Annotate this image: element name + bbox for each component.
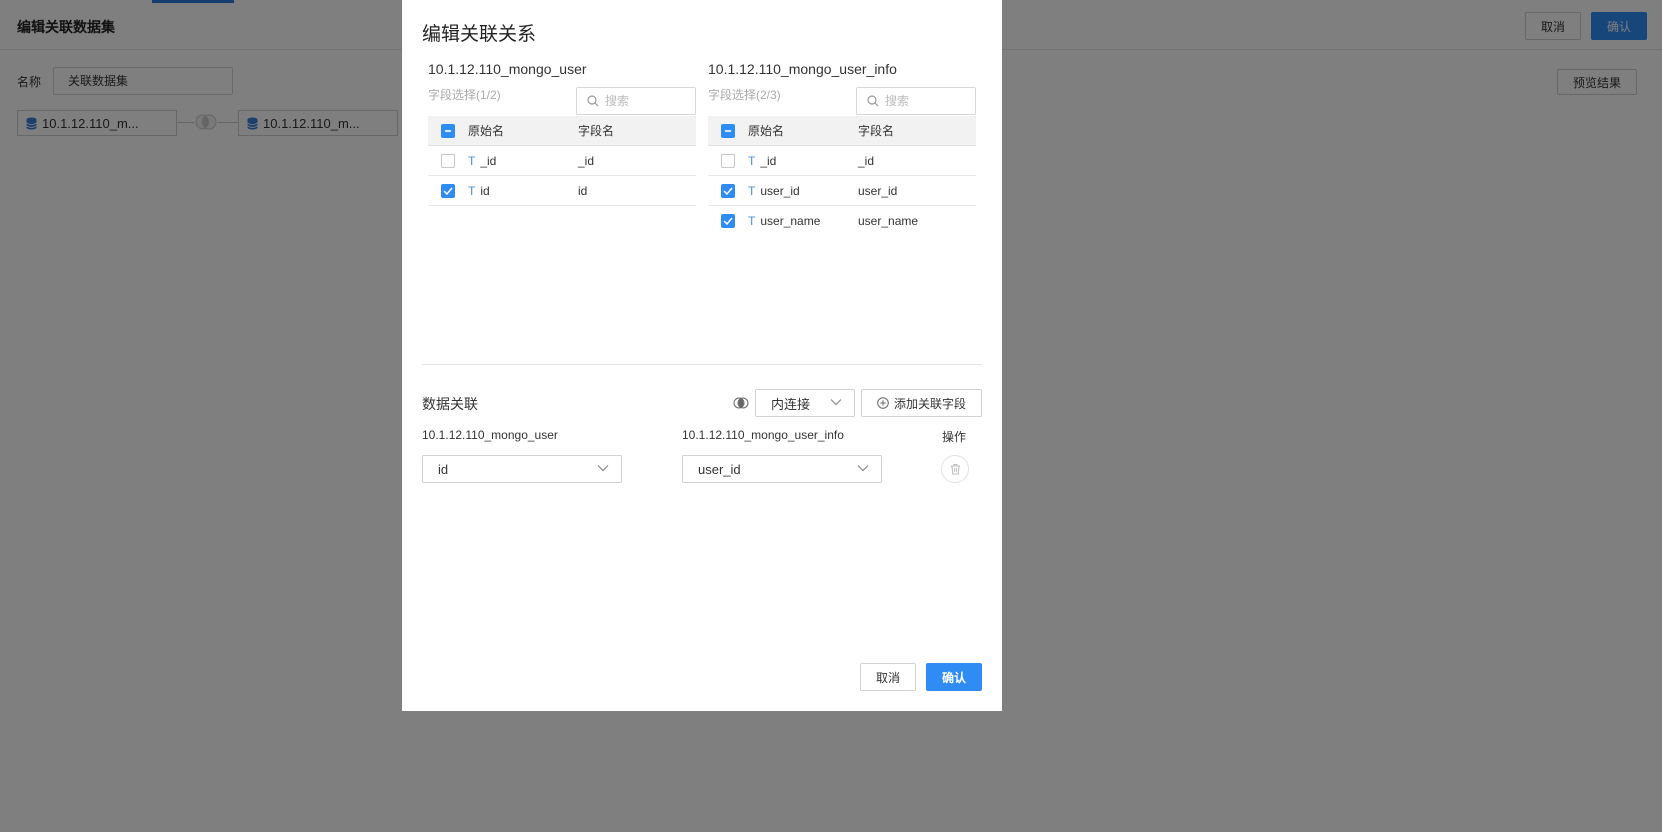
search-icon	[587, 95, 599, 107]
left-field-table: 原始名 字段名 T _id _id Tid id	[428, 116, 696, 206]
check-icon	[723, 187, 733, 195]
table-row[interactable]: Tuser_name user_name	[708, 206, 976, 236]
right-table-name: 10.1.12.110_mongo_user_info	[708, 61, 897, 77]
delete-relation-button[interactable]	[941, 455, 969, 483]
left-relation-value: id	[438, 461, 449, 477]
section-divider	[422, 364, 982, 365]
left-table-name: 10.1.12.110_mongo_user	[428, 61, 587, 77]
row-checkbox[interactable]	[721, 183, 735, 198]
dialog-title: 编辑关联关系	[422, 24, 537, 45]
row-checkbox[interactable]	[721, 214, 735, 228]
chevron-down-icon	[830, 399, 842, 406]
data-relation-title: 数据关联	[422, 396, 478, 412]
text-type-icon: T	[468, 153, 476, 168]
left-relation-label: 10.1.12.110_mongo_user	[422, 428, 558, 442]
field-name: _id	[858, 153, 875, 168]
search-icon	[867, 95, 879, 107]
field-name: id	[578, 183, 588, 198]
original-name: id	[480, 183, 490, 198]
select-all-checkbox[interactable]	[441, 123, 455, 138]
minus-icon	[725, 129, 731, 132]
original-name: user_name	[760, 214, 821, 228]
right-relation-select[interactable]: user_id	[682, 455, 882, 483]
edit-relation-dialog: 编辑关联关系 10.1.12.110_mongo_user 字段选择(1/2) …	[402, 0, 1002, 711]
plus-circle-icon	[877, 397, 889, 409]
check-icon	[443, 187, 453, 195]
original-name: _id	[760, 153, 777, 168]
table-header: 原始名 字段名	[708, 116, 976, 146]
left-relation-select[interactable]: id	[422, 455, 622, 483]
col-original-header: 原始名	[468, 124, 505, 138]
add-relation-field-button[interactable]: 添加关联字段	[861, 389, 982, 417]
row-checkbox[interactable]	[441, 153, 455, 168]
trash-icon	[950, 464, 960, 475]
join-type-select[interactable]: 内连接	[755, 389, 855, 417]
left-field-count: 字段选择(1/2)	[428, 88, 501, 102]
table-row[interactable]: Tuser_id user_id	[708, 176, 976, 206]
left-search-box[interactable]	[576, 87, 696, 115]
original-name: _id	[480, 153, 497, 168]
right-relation-label: 10.1.12.110_mongo_user_info	[682, 428, 844, 442]
chevron-down-icon	[597, 465, 609, 472]
right-table-panel: 10.1.12.110_mongo_user_info 字段选择(2/3) 原始…	[708, 56, 976, 228]
right-search-input[interactable]	[885, 94, 969, 108]
right-relation-value: user_id	[698, 461, 741, 477]
right-field-table: 原始名 字段名 T _id _id Tuser_id user_id Tuser_…	[708, 116, 976, 236]
right-search-box[interactable]	[856, 87, 976, 115]
table-row[interactable]: T _id _id	[708, 146, 976, 176]
add-relation-field-label: 添加关联字段	[893, 396, 966, 411]
check-icon	[723, 217, 733, 225]
dialog-confirm-button[interactable]: 确认	[926, 663, 982, 691]
ops-label: 操作	[942, 430, 967, 444]
dialog-cancel-button[interactable]: 取消	[860, 663, 916, 691]
right-field-count: 字段选择(2/3)	[708, 88, 781, 102]
left-search-input[interactable]	[605, 94, 689, 108]
col-field-header: 字段名	[578, 124, 615, 138]
col-original-header: 原始名	[748, 124, 785, 138]
field-name: _id	[578, 153, 595, 168]
row-checkbox[interactable]	[721, 153, 735, 168]
table-row[interactable]: Tid id	[428, 176, 696, 206]
row-checkbox[interactable]	[441, 183, 455, 198]
original-name: user_id	[760, 183, 800, 198]
text-type-icon: T	[748, 183, 756, 198]
text-type-icon: T	[748, 153, 756, 168]
chevron-down-icon	[857, 465, 869, 472]
minus-icon	[445, 129, 451, 132]
inner-join-icon	[733, 397, 749, 409]
col-field-header: 字段名	[858, 124, 895, 138]
field-name: user_id	[858, 183, 898, 198]
select-all-checkbox[interactable]	[721, 123, 735, 138]
table-row[interactable]: T _id _id	[428, 146, 696, 176]
left-table-panel: 10.1.12.110_mongo_user 字段选择(1/2) 原始名 字段名…	[428, 56, 696, 206]
text-type-icon: T	[468, 183, 476, 198]
table-header: 原始名 字段名	[428, 116, 696, 146]
field-name: user_name	[858, 214, 919, 228]
join-type-value: 内连接	[771, 396, 811, 412]
text-type-icon: T	[748, 214, 756, 228]
